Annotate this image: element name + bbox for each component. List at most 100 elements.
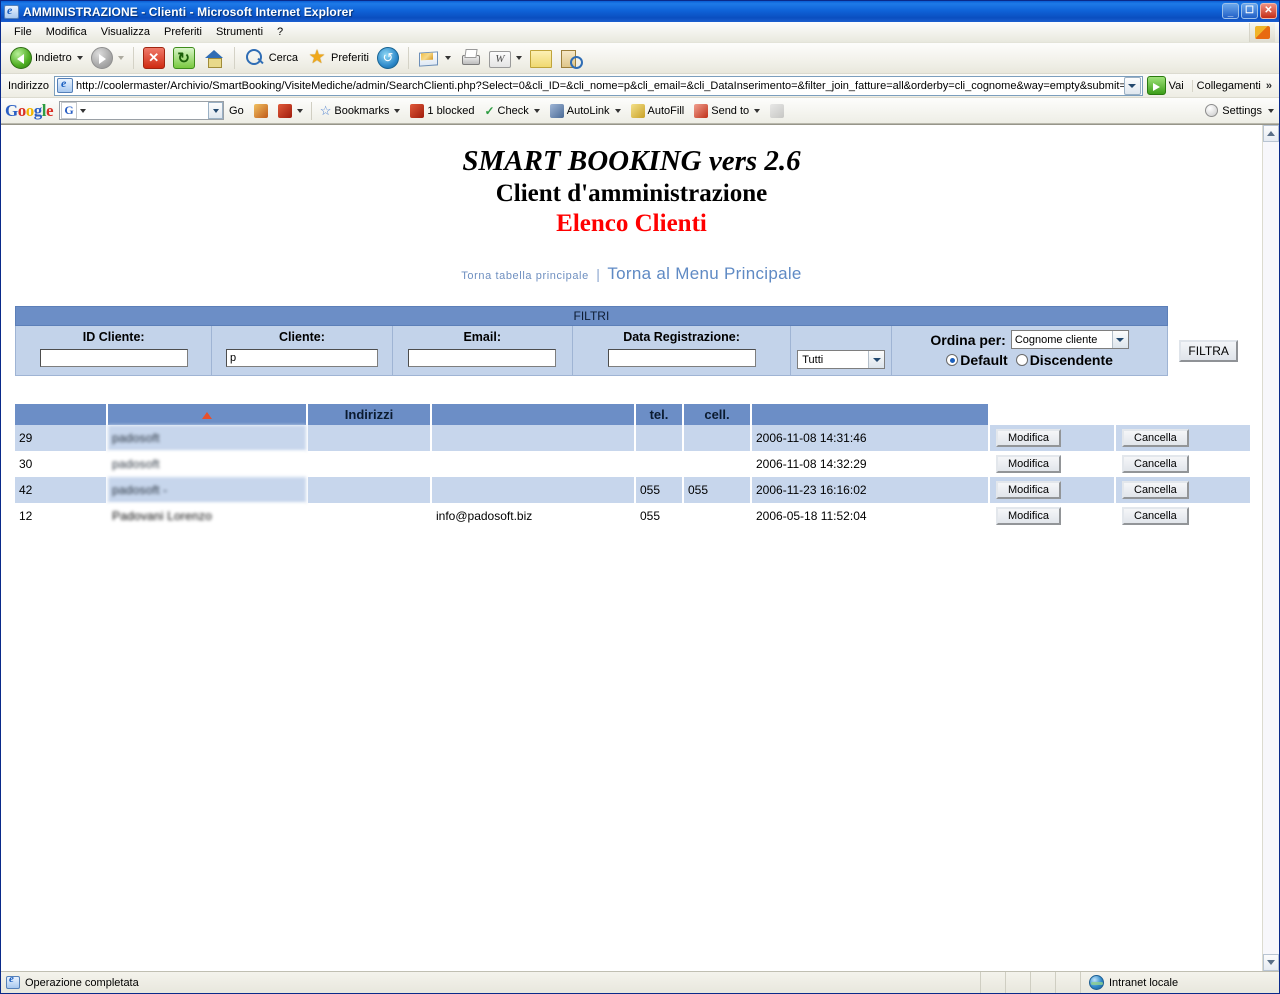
filter-id-cliente-input[interactable] [39, 349, 188, 367]
maximize-button[interactable]: ☐ [1241, 3, 1258, 19]
menu-item-file[interactable]: File [7, 24, 39, 40]
filter-join-chevron-down-icon[interactable] [868, 351, 885, 368]
menu-item-help[interactable]: ? [270, 24, 290, 40]
vertical-scrollbar[interactable] [1262, 125, 1279, 971]
autolink-label: AutoLink [566, 104, 610, 117]
google-settings-button[interactable]: Settings [1205, 104, 1274, 117]
google-highlight-button[interactable] [765, 103, 789, 118]
google-search-chevron-icon[interactable] [80, 108, 87, 113]
menu-item-strumenti[interactable]: Strumenti [209, 24, 270, 40]
autolink-chevron-icon[interactable] [614, 108, 621, 113]
status-message: Operazione completata [25, 976, 139, 989]
cancella-button[interactable]: Cancella [1122, 481, 1189, 499]
print-button[interactable] [455, 45, 485, 71]
app-subtitle: Client d'amministrazione [495, 180, 768, 207]
modifica-button[interactable]: Modifica [996, 455, 1061, 473]
filter-join-select[interactable]: Tutti [797, 350, 886, 369]
back-history-chevron-icon[interactable] [76, 56, 83, 60]
menu-item-modifica[interactable]: Modifica [39, 24, 94, 40]
modifica-button[interactable]: Modifica [996, 429, 1061, 447]
cell-delete: Cancella [1115, 477, 1252, 503]
popup-chevron-icon[interactable] [296, 108, 303, 113]
filter-data-registrazione: Data Registrazione: [571, 325, 792, 376]
scroll-up-button[interactable] [1263, 125, 1279, 142]
scrollbar-track[interactable] [1263, 142, 1279, 954]
google-popup-blocker-button[interactable] [273, 103, 308, 118]
column-header-email[interactable] [431, 404, 636, 425]
stop-button[interactable] [139, 45, 169, 71]
word-chevron-icon[interactable] [515, 56, 522, 60]
minimize-button[interactable]: _ [1222, 3, 1239, 19]
notes-button[interactable] [526, 46, 556, 70]
links-button[interactable]: Collegamenti » [1191, 79, 1276, 92]
link-back-to-main-table[interactable]: Torna tabella principale [461, 270, 589, 282]
modifica-button[interactable]: Modifica [996, 507, 1061, 525]
column-header-cliente[interactable] [107, 404, 308, 425]
printer-icon [459, 47, 481, 69]
google-autolink-button[interactable]: AutoLink [545, 103, 626, 118]
cell-cliente: padosoft [107, 425, 308, 451]
mail-chevron-icon[interactable] [444, 56, 451, 60]
cancella-button[interactable]: Cancella [1122, 507, 1189, 525]
column-header-indirizzi[interactable]: Indirizzi [307, 404, 432, 425]
cancella-button[interactable]: Cancella [1122, 455, 1189, 473]
google-search-input[interactable]: G [59, 101, 225, 120]
radio-discendente[interactable] [1015, 354, 1028, 366]
scroll-down-button[interactable] [1263, 954, 1279, 971]
column-header-id[interactable] [15, 404, 108, 425]
google-go-button[interactable]: Go [224, 105, 249, 117]
radio-default[interactable] [946, 354, 959, 366]
mail-button[interactable] [414, 45, 455, 71]
cell-indirizzi [307, 503, 432, 529]
search-button[interactable]: Cerca [240, 45, 302, 71]
autofill-label: AutoFill [647, 104, 685, 117]
google-spellcheck-button[interactable]: ✓ Check [479, 104, 544, 118]
link-main-menu[interactable]: Torna al Menu Principale [607, 264, 801, 283]
forward-button[interactable] [87, 45, 128, 71]
edit-word-button[interactable] [485, 47, 526, 70]
google-bookmarks-button[interactable]: ☆ Bookmarks [315, 103, 406, 119]
column-header-cell[interactable]: cell. [683, 404, 752, 425]
column-header-data[interactable] [751, 404, 990, 425]
check-chevron-icon[interactable] [533, 108, 540, 113]
mail-icon [418, 47, 440, 69]
research-button[interactable] [556, 45, 586, 71]
links-chevron-icon[interactable]: » [1266, 80, 1272, 92]
menu-item-preferiti[interactable]: Preferiti [157, 24, 209, 40]
filter-join-fatture: Tutti [790, 325, 893, 376]
refresh-button[interactable] [169, 45, 199, 71]
filter-cliente-input[interactable] [225, 349, 378, 367]
filtra-button[interactable]: FILTRA [1179, 339, 1238, 362]
column-header-delete [1115, 404, 1251, 425]
cell-cell [683, 425, 752, 451]
order-select[interactable]: Cognome cliente [1010, 330, 1129, 349]
google-blocked-counter[interactable]: 1 blocked [405, 103, 479, 118]
column-header-tel[interactable]: tel. [635, 404, 684, 425]
favorites-button[interactable]: Preferiti [302, 45, 373, 71]
modifica-button[interactable]: Modifica [996, 481, 1061, 499]
menu-item-visualizza[interactable]: Visualizza [94, 24, 157, 40]
address-dropdown-icon[interactable] [1123, 76, 1141, 95]
sendto-chevron-icon[interactable] [754, 108, 761, 113]
close-button[interactable]: ✕ [1260, 3, 1277, 19]
home-button[interactable] [199, 45, 229, 71]
settings-chevron-icon[interactable] [1268, 108, 1274, 113]
status-zone-area[interactable]: Intranet locale [1081, 975, 1178, 990]
google-sendto-button[interactable]: Send to [689, 103, 765, 118]
history-button[interactable] [373, 45, 403, 71]
cancella-button[interactable]: Cancella [1122, 429, 1189, 447]
filter-data-input[interactable] [607, 349, 756, 367]
google-search-dropdown-icon[interactable] [208, 102, 224, 119]
bookmarks-chevron-icon[interactable] [394, 108, 401, 113]
order-chevron-down-icon[interactable] [1111, 331, 1128, 348]
filter-order: Ordina per: Cognome cliente Default Disc… [891, 325, 1168, 376]
address-input[interactable]: http://coolermaster/Archivio/SmartBookin… [53, 75, 1143, 96]
back-button[interactable]: Indietro [6, 45, 87, 71]
google-autofill-button[interactable]: AutoFill [626, 103, 690, 118]
filter-email-input[interactable] [408, 349, 557, 367]
back-button-label: Indietro [35, 52, 72, 64]
home-icon [203, 47, 225, 69]
google-news-button[interactable] [249, 103, 273, 118]
go-button[interactable]: Vai [1143, 76, 1190, 95]
menu-bar: File Modifica Visualizza Preferiti Strum… [1, 22, 1279, 43]
